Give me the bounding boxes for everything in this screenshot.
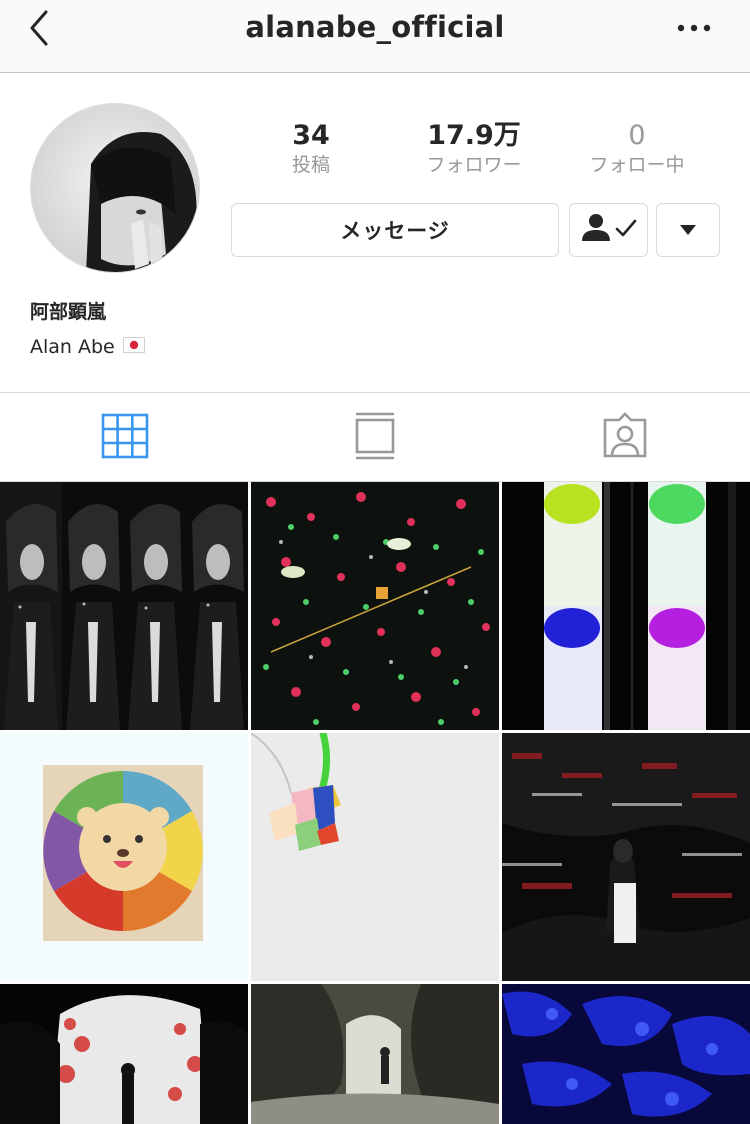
tab-tagged[interactable]: [500, 394, 750, 482]
display-name: 阿部顕嵐: [30, 301, 107, 323]
triangle-down-icon: [679, 221, 697, 240]
navigation-bar: alanabe_official: [0, 0, 750, 73]
bio: Alan Abe: [30, 336, 145, 358]
tagged-person-icon: [601, 412, 649, 464]
followers-label: フォロワー: [426, 154, 522, 176]
profile-header: 34 投稿 17.9万 フォロワー 0 フォロー中 メッセージ 阿部顕嵐 Ala…: [0, 73, 750, 393]
post-thumbnail[interactable]: [0, 733, 248, 981]
more-options-icon[interactable]: [672, 16, 716, 40]
tab-feed[interactable]: [250, 394, 500, 482]
posts-stat[interactable]: 34 投稿: [236, 119, 386, 177]
dropdown-button[interactable]: [656, 203, 720, 257]
japan-flag-icon: [122, 336, 145, 358]
post-thumbnail[interactable]: [502, 984, 750, 1124]
bio-text: Alan Abe: [30, 336, 115, 358]
following-count: 0: [628, 120, 646, 151]
followers-count: 17.9万: [427, 120, 521, 151]
posts-count: 34: [292, 120, 330, 151]
following-button[interactable]: [569, 203, 648, 257]
grid-icon: [101, 413, 149, 463]
photo-grid: [0, 482, 750, 1124]
post-thumbnail[interactable]: [0, 984, 248, 1124]
profile-tabs: [0, 394, 750, 482]
post-thumbnail[interactable]: [251, 984, 499, 1124]
post-thumbnail[interactable]: [251, 482, 499, 730]
following-label: フォロー中: [589, 154, 685, 176]
feed-icon: [355, 412, 395, 464]
post-thumbnail[interactable]: [0, 482, 248, 730]
post-thumbnail[interactable]: [251, 733, 499, 981]
tab-grid[interactable]: [0, 394, 250, 482]
post-thumbnail[interactable]: [502, 733, 750, 981]
message-button[interactable]: メッセージ: [231, 203, 559, 257]
person-check-icon: [579, 211, 639, 249]
page-title: alanabe_official: [245, 10, 505, 44]
followers-stat[interactable]: 17.9万 フォロワー: [399, 119, 549, 177]
post-thumbnail[interactable]: [502, 482, 750, 730]
back-icon[interactable]: [24, 8, 58, 48]
avatar[interactable]: [30, 103, 200, 273]
posts-label: 投稿: [291, 154, 330, 176]
following-stat[interactable]: 0 フォロー中: [562, 119, 712, 177]
